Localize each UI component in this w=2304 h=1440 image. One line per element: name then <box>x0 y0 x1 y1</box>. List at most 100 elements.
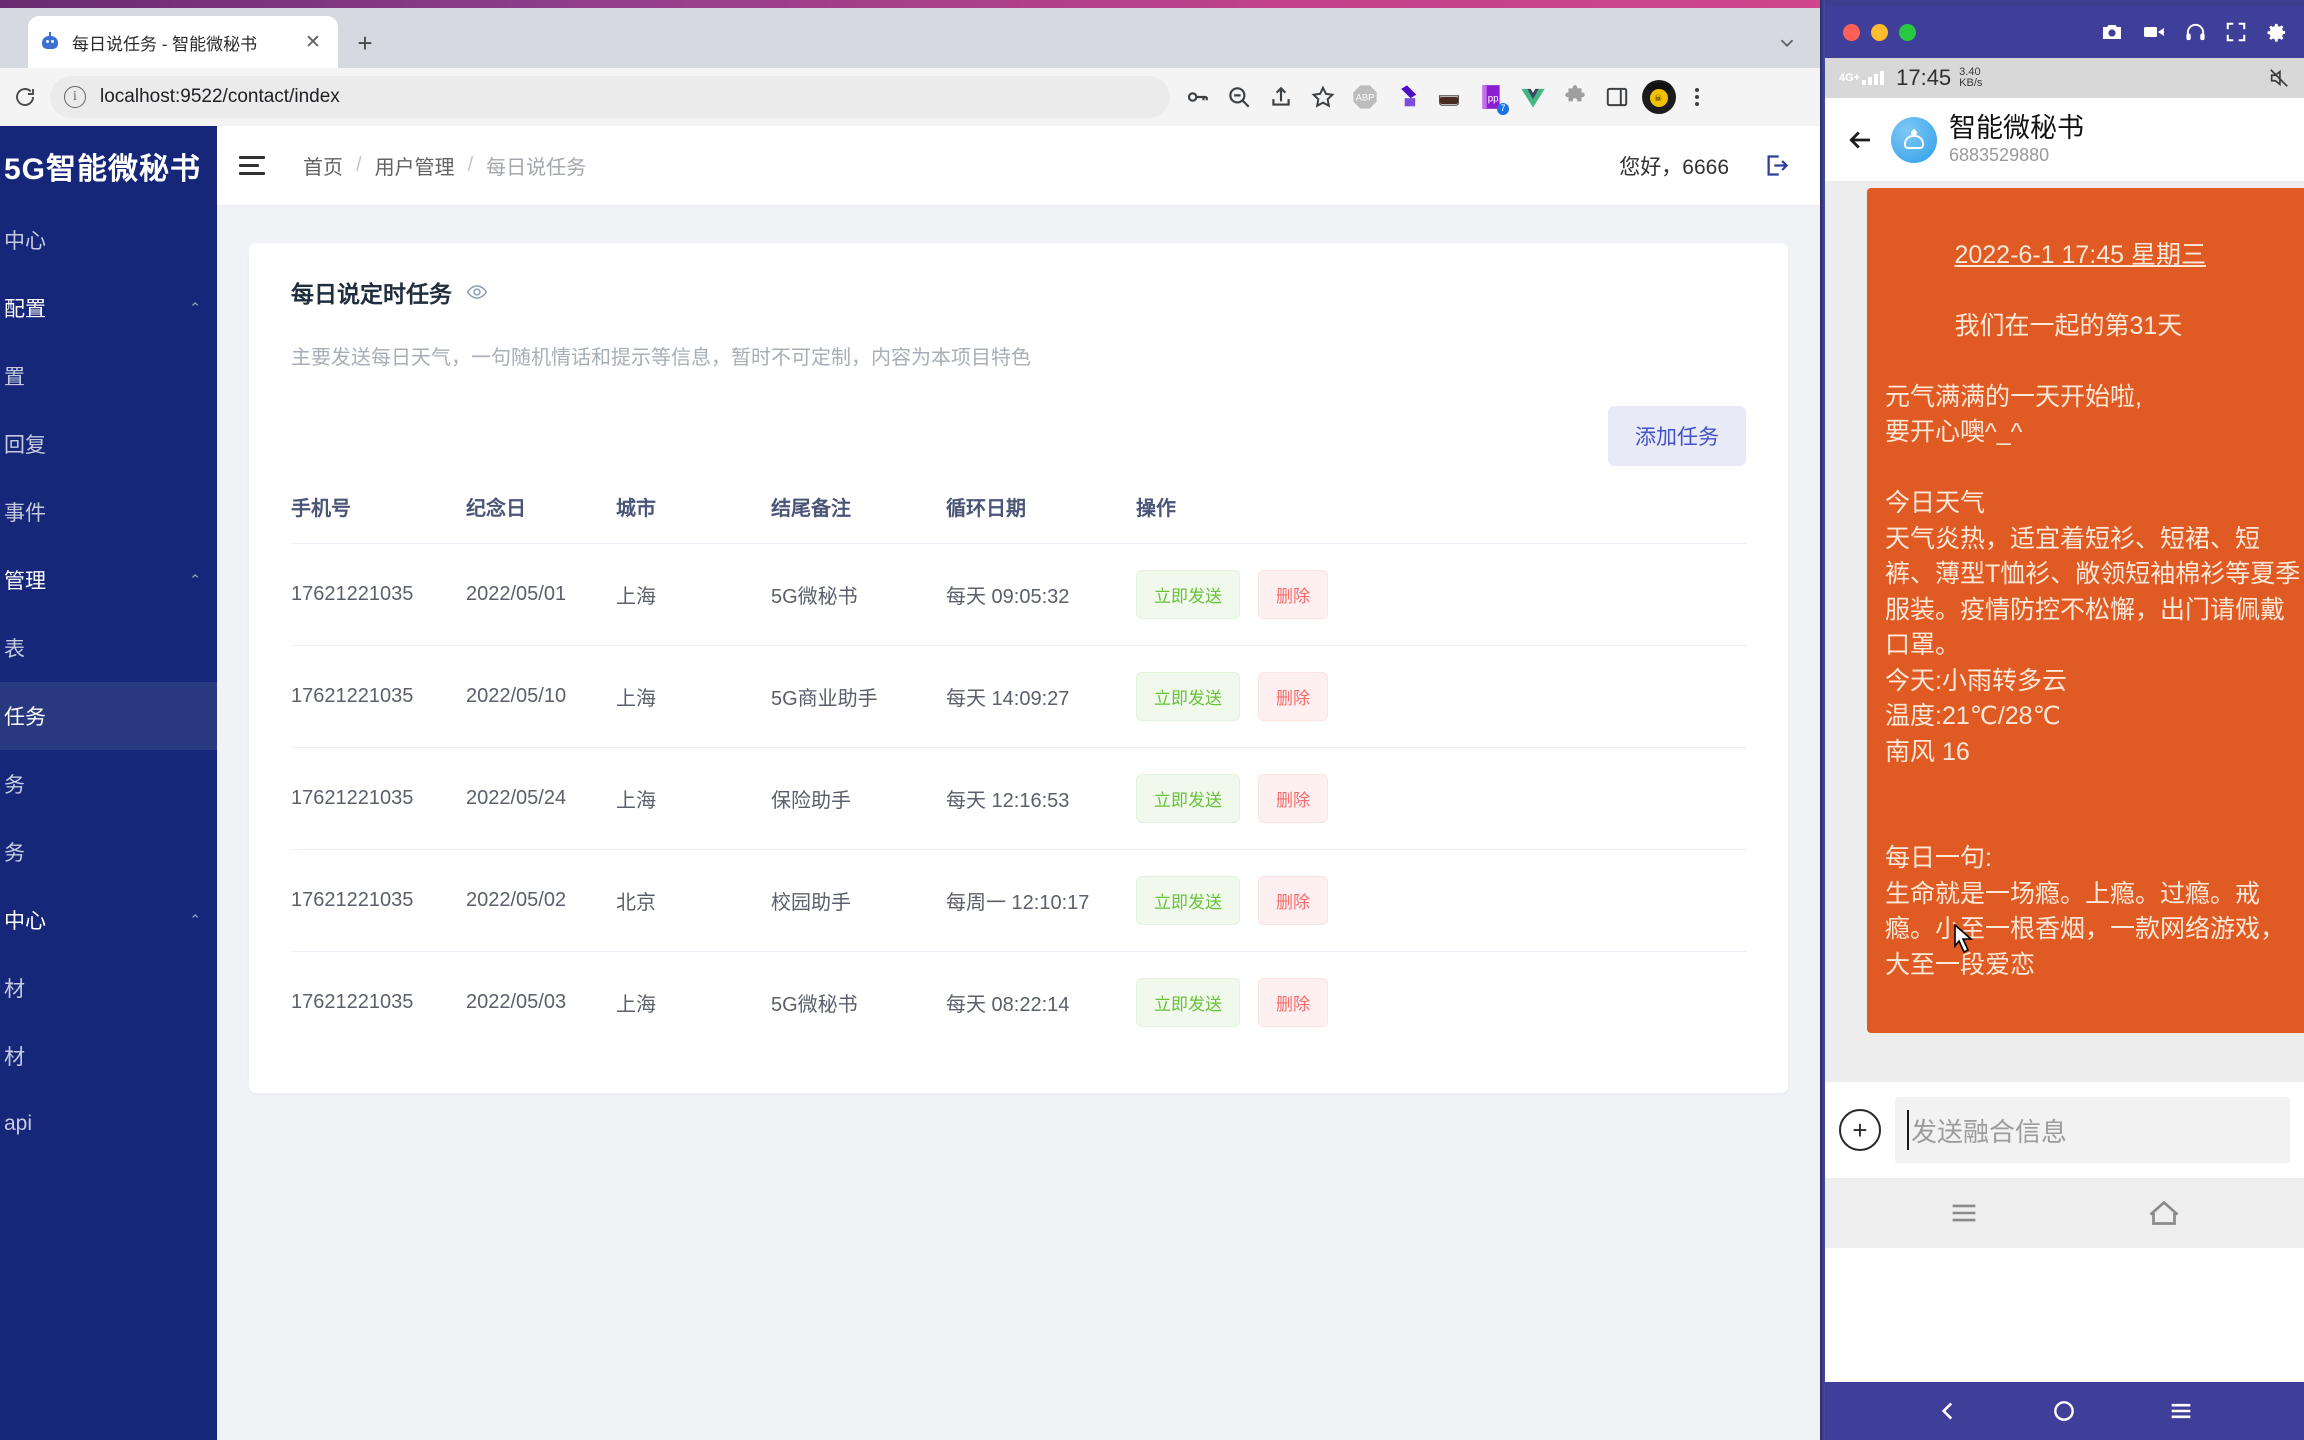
chat-identity: 智能微秘书 6883529880 <box>1949 113 2084 165</box>
close-icon[interactable]: ✕ <box>300 29 326 55</box>
breadcrumb-item-home[interactable]: 首页 <box>303 151 343 180</box>
message-bubble[interactable]: 2022-6-1 17:45 星期三 我们在一起的第31天 元气满满的一天开始啦… <box>1867 188 2304 1033</box>
url-text: localhost:9522/contact/index <box>100 86 340 107</box>
back-arrow-icon[interactable] <box>1839 125 1881 155</box>
sidebar-item-1[interactable]: 配置 ⌃ <box>0 274 217 342</box>
sidebar-item-10[interactable]: 中心 ⌃ <box>0 886 217 954</box>
delete-button[interactable]: 删除 <box>1258 672 1328 721</box>
cell-note: 5G商业助手 <box>771 645 946 748</box>
table-row: 17621221035 2022/05/02 北京 校园助手 每周一 12:10… <box>291 849 1746 952</box>
minimize-window-button[interactable] <box>1871 23 1888 41</box>
site-info-icon[interactable]: i <box>64 86 86 108</box>
close-window-button[interactable] <box>1843 23 1860 41</box>
browser-menu-icon[interactable] <box>1682 78 1712 116</box>
fullscreen-icon[interactable] <box>2225 21 2247 43</box>
send-now-button[interactable]: 立即发送 <box>1136 876 1240 925</box>
logout-icon[interactable] <box>1763 152 1790 179</box>
menu-icon[interactable] <box>1947 1196 1981 1230</box>
home-icon[interactable] <box>2146 1195 2182 1231</box>
sidebar-item-3[interactable]: 回复 <box>0 410 217 478</box>
sidebar-item-0[interactable]: 中心 <box>0 206 217 274</box>
cell-note: 5G微秘书 <box>771 994 858 1016</box>
plus-icon[interactable]: + <box>1839 1109 1881 1151</box>
toolbar-icons: ABP pp 7 ☠ <box>1178 78 1712 116</box>
incognito-mask-icon[interactable] <box>1430 78 1468 116</box>
task-card: 每日说定时任务 主要发送每日天气，一句随机情话和提示等信息，暂时不可定制，内容为… <box>249 243 1788 1093</box>
adblock-plus-icon[interactable]: ABP <box>1346 78 1384 116</box>
breadcrumb-item-users[interactable]: 用户管理 <box>375 151 455 180</box>
puzzle-extensions-icon[interactable] <box>1556 78 1594 116</box>
key-icon[interactable] <box>1178 78 1216 116</box>
sidebar-item-2[interactable]: 置 <box>0 342 217 410</box>
add-task-button[interactable]: 添加任务 <box>1608 406 1746 466</box>
video-icon[interactable] <box>2142 20 2166 44</box>
cell-cycle: 每天 09:05:32 <box>946 543 1136 646</box>
address-bar[interactable]: i localhost:9522/contact/index <box>50 76 1170 118</box>
send-now-button[interactable]: 立即发送 <box>1136 570 1240 619</box>
chat-message-list[interactable]: 2022-6-1 17:45 星期三 我们在一起的第31天 元气满满的一天开始啦… <box>1825 182 2304 1082</box>
mirror-titlebar <box>1825 6 2304 58</box>
message-date-line: 2022-6-1 17:45 星期三 <box>1954 240 2206 269</box>
phone-status-bar: 4G+ 17:45 3.40 KB/s <box>1825 58 2304 98</box>
sidebar-item-7-active[interactable]: 任务 <box>0 682 217 750</box>
message-input[interactable]: 发送融合信息 <box>1895 1097 2290 1163</box>
home-circle-icon[interactable] <box>2051 1398 2077 1424</box>
delete-button[interactable]: 删除 <box>1258 876 1328 925</box>
cell-operations: 立即发送 删除 <box>1136 747 1746 850</box>
cell-phone: 17621221035 <box>291 991 414 1013</box>
new-tab-button[interactable]: + <box>348 26 382 60</box>
back-icon[interactable] <box>1935 1398 1961 1424</box>
recents-icon[interactable] <box>2167 1397 2195 1425</box>
zoom-out-icon[interactable] <box>1220 78 1258 116</box>
extension-purple-icon[interactable] <box>1388 78 1426 116</box>
breadcrumb: 首页 / 用户管理 / 每日说任务 <box>303 151 586 180</box>
profile-avatar-icon[interactable]: ☠ <box>1640 78 1678 116</box>
chevron-up-icon: ⌃ <box>189 911 201 928</box>
sidebar-item-13[interactable]: api <box>0 1090 217 1158</box>
headphone-icon[interactable] <box>2184 21 2207 44</box>
breadcrumb-item-current: 每日说任务 <box>486 157 587 179</box>
col-header-cycle: 循环日期 <box>946 498 1026 520</box>
sidebar-item-5[interactable]: 管理 ⌃ <box>0 546 217 614</box>
sidebar-item-label: 管理 <box>4 570 46 593</box>
mirror-tools <box>2100 20 2304 44</box>
cell-cycle: 每天 12:16:53 <box>946 747 1136 850</box>
star-icon[interactable] <box>1304 78 1342 116</box>
android-system-nav <box>1825 1382 2304 1440</box>
side-panel-icon[interactable] <box>1598 78 1636 116</box>
status-time: 17:45 <box>1896 65 1952 90</box>
sidebar-item-12[interactable]: 材 <box>0 1022 217 1090</box>
sidebar-item-11[interactable]: 材 <box>0 954 217 1022</box>
gear-icon[interactable] <box>2265 21 2288 44</box>
cell-anniversary: 2022/05/10 <box>466 645 616 748</box>
camera-icon[interactable] <box>2100 20 2124 44</box>
breadcrumb-separator: / <box>467 154 474 176</box>
sidebar-item-6[interactable]: 表 <box>0 614 217 682</box>
cell-phone: 17621221035 <box>291 543 466 646</box>
eye-icon[interactable] <box>466 281 488 303</box>
sidebar-item-9[interactable]: 务 <box>0 818 217 886</box>
cell-phone: 17621221035 <box>291 849 466 952</box>
send-now-button[interactable]: 立即发送 <box>1136 774 1240 823</box>
maximize-window-button[interactable] <box>1899 23 1916 41</box>
share-icon[interactable] <box>1262 78 1300 116</box>
page-content: 每日说定时任务 主要发送每日天气，一句随机情话和提示等信息，暂时不可定制，内容为… <box>217 206 1820 1440</box>
delete-button[interactable]: 删除 <box>1258 774 1328 823</box>
pp-book-icon[interactable]: pp 7 <box>1472 78 1510 116</box>
send-now-button[interactable]: 立即发送 <box>1136 978 1240 1027</box>
speed-unit: KB/s <box>1959 77 1983 89</box>
delete-button[interactable]: 删除 <box>1258 570 1328 619</box>
sidebar-item-label: 事件 <box>4 502 46 525</box>
browser-tab[interactable]: 每日说任务 - 智能微秘书 ✕ <box>28 16 338 68</box>
sidebar-item-4[interactable]: 事件 <box>0 478 217 546</box>
vue-devtools-icon[interactable] <box>1514 78 1552 116</box>
delete-button[interactable]: 删除 <box>1258 978 1328 1027</box>
sidebar-item-8[interactable]: 务 <box>0 750 217 818</box>
cell-city: 上海 <box>616 747 771 850</box>
chevron-up-icon: ⌃ <box>189 571 201 588</box>
chevron-down-icon[interactable] <box>1770 26 1804 60</box>
sidebar-item-label: 表 <box>4 638 25 661</box>
reload-icon[interactable] <box>8 80 42 114</box>
send-now-button[interactable]: 立即发送 <box>1136 672 1240 721</box>
hamburger-icon[interactable] <box>239 148 275 184</box>
